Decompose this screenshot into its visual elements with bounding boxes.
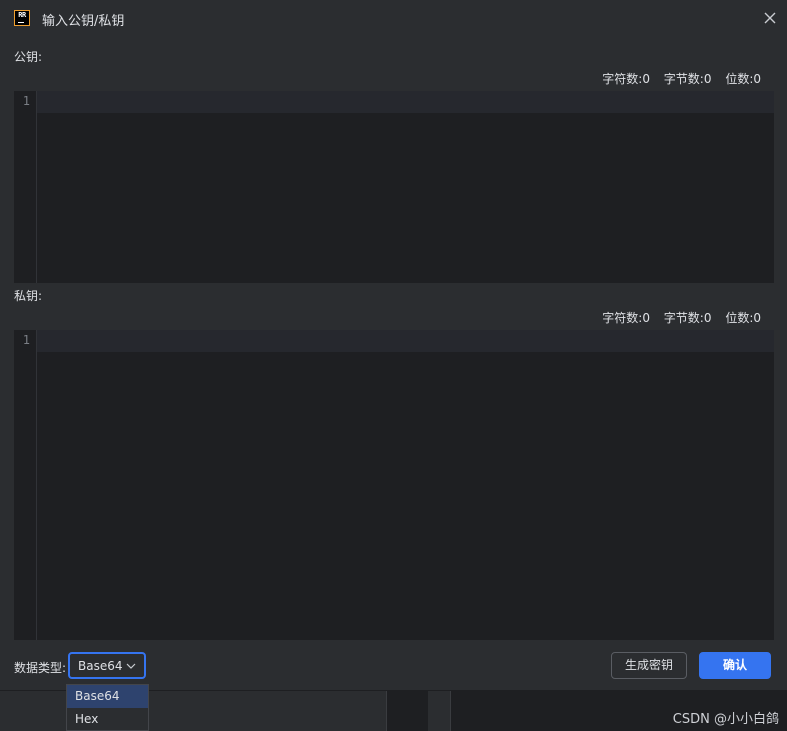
generate-key-button[interactable]: 生成密钥 <box>611 652 687 679</box>
dialog-title: 输入公钥/私钥 <box>42 14 125 29</box>
dropdown-option-base64[interactable]: Base64 <box>67 685 148 708</box>
private-key-text-area[interactable] <box>38 330 774 640</box>
data-type-select[interactable]: Base64 <box>68 652 146 679</box>
private-key-label: 私钥: <box>14 289 43 303</box>
close-icon <box>764 12 776 24</box>
data-type-dropdown: Base64 Hex <box>66 684 149 731</box>
line-number: 1 <box>22 333 30 347</box>
key-input-dialog: RR 输入公钥/私钥 公钥: 字符数:0 字节数:0 位数:0 1 私钥: 字符… <box>0 0 787 691</box>
close-button[interactable] <box>761 9 779 27</box>
data-type-label: 数据类型: <box>14 661 67 675</box>
public-key-byte-count: 字节数:0 <box>663 72 712 86</box>
data-type-selected-value: Base64 <box>78 659 123 673</box>
public-key-text-area[interactable] <box>38 91 774 283</box>
line-number-gutter <box>14 330 37 640</box>
private-key-char-count: 字符数:0 <box>602 311 650 325</box>
background-panel-divider <box>428 690 451 731</box>
app-logo-text: RR <box>18 11 26 19</box>
line-number: 1 <box>22 94 30 108</box>
background-panel <box>0 690 387 731</box>
app-logo-icon: RR <box>14 10 30 26</box>
line-number-gutter <box>14 91 37 283</box>
private-key-byte-count: 字节数:0 <box>663 311 712 325</box>
dropdown-option-hex[interactable]: Hex <box>67 708 148 731</box>
chevron-down-icon <box>126 663 136 669</box>
private-key-bit-count: 位数:0 <box>725 311 761 325</box>
title-bar: RR 输入公钥/私钥 <box>0 0 787 38</box>
confirm-button[interactable]: 确认 <box>699 652 771 679</box>
public-key-editor[interactable]: 1 <box>14 91 774 283</box>
public-key-bit-count: 位数:0 <box>725 72 761 86</box>
watermark: CSDN @小小白鸽 <box>672 712 779 727</box>
public-key-char-count: 字符数:0 <box>602 72 650 86</box>
private-key-stats: 字符数:0 字节数:0 位数:0 <box>592 309 761 326</box>
public-key-stats: 字符数:0 字节数:0 位数:0 <box>592 70 761 87</box>
private-key-editor[interactable]: 1 <box>14 330 774 640</box>
public-key-label: 公钥: <box>14 50 43 64</box>
